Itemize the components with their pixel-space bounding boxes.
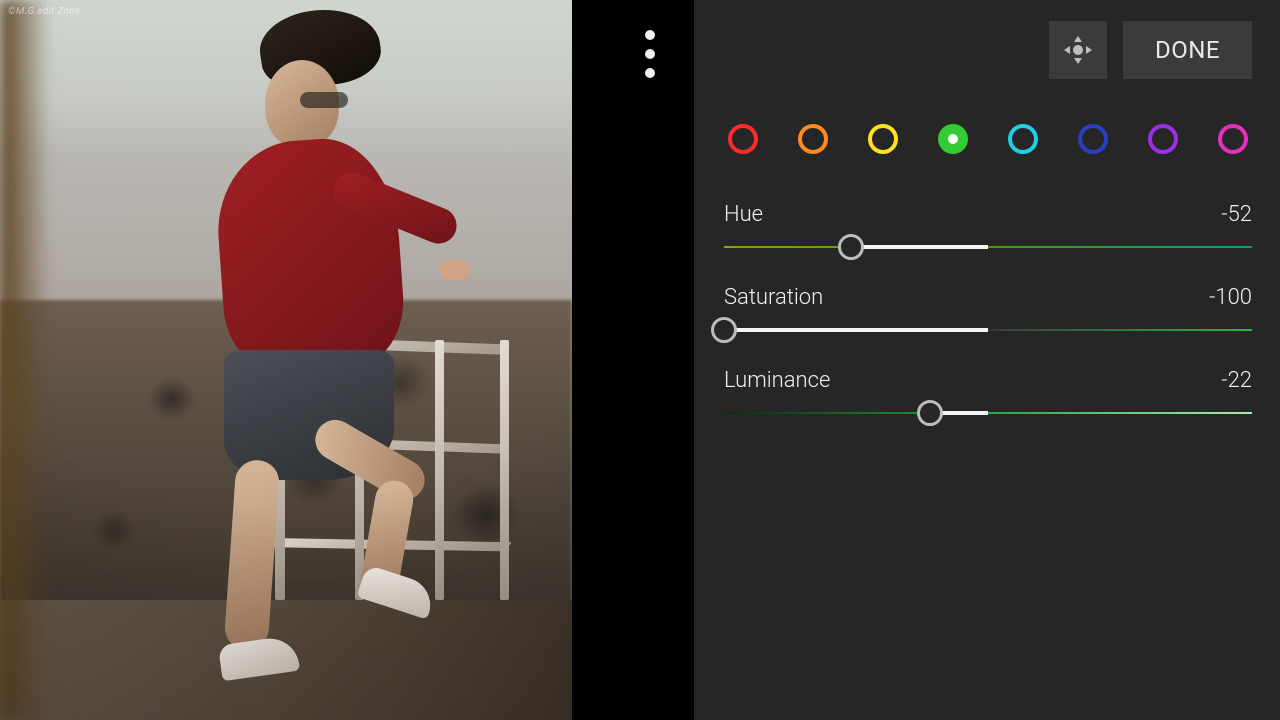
hue-label: Hue	[724, 202, 763, 227]
saturation-label: Saturation	[724, 285, 823, 310]
color-swatch-purple[interactable]	[1148, 124, 1178, 154]
luminance-slider-track[interactable]	[724, 411, 1252, 415]
luminance-value: -22	[1221, 368, 1252, 393]
saturation-slider-track[interactable]	[724, 328, 1252, 332]
luminance-label: Luminance	[724, 368, 830, 393]
app-root: ©M.G.edit Zone DONE	[0, 0, 1280, 720]
color-swatch-orange[interactable]	[798, 124, 828, 154]
preview-pane: ©M.G.edit Zone	[0, 0, 694, 720]
panel-toolbar: DONE	[724, 20, 1252, 80]
luminance-slider-row: Luminance -22	[724, 368, 1252, 415]
color-swatch-green[interactable]	[938, 124, 968, 154]
watermark-text: ©M.G.edit Zone	[8, 6, 80, 17]
done-button[interactable]: DONE	[1123, 21, 1252, 79]
color-swatch-aqua[interactable]	[1008, 124, 1038, 154]
color-swatch-blue[interactable]	[1078, 124, 1108, 154]
color-channel-swatches	[728, 124, 1248, 154]
done-button-label: DONE	[1155, 36, 1220, 64]
color-swatch-red[interactable]	[728, 124, 758, 154]
hue-slider-thumb[interactable]	[838, 234, 864, 260]
hue-slider-row: Hue -52	[724, 202, 1252, 249]
move-arrows-icon	[1062, 34, 1094, 66]
hue-slider-track[interactable]	[724, 245, 1252, 249]
more-options-icon[interactable]	[638, 30, 662, 78]
color-swatch-yellow[interactable]	[868, 124, 898, 154]
saturation-slider-row: Saturation -100	[724, 285, 1252, 332]
color-mix-panel: DONE Hue -52 Saturation	[694, 0, 1280, 720]
slider-group: Hue -52 Saturation -100	[724, 202, 1252, 415]
color-swatch-magenta[interactable]	[1218, 124, 1248, 154]
move-pan-button[interactable]	[1049, 21, 1107, 79]
luminance-slider-thumb[interactable]	[917, 400, 943, 426]
edited-photo[interactable]: ©M.G.edit Zone	[0, 0, 572, 720]
saturation-slider-thumb[interactable]	[711, 317, 737, 343]
saturation-value: -100	[1209, 285, 1252, 310]
hue-value: -52	[1221, 202, 1252, 227]
